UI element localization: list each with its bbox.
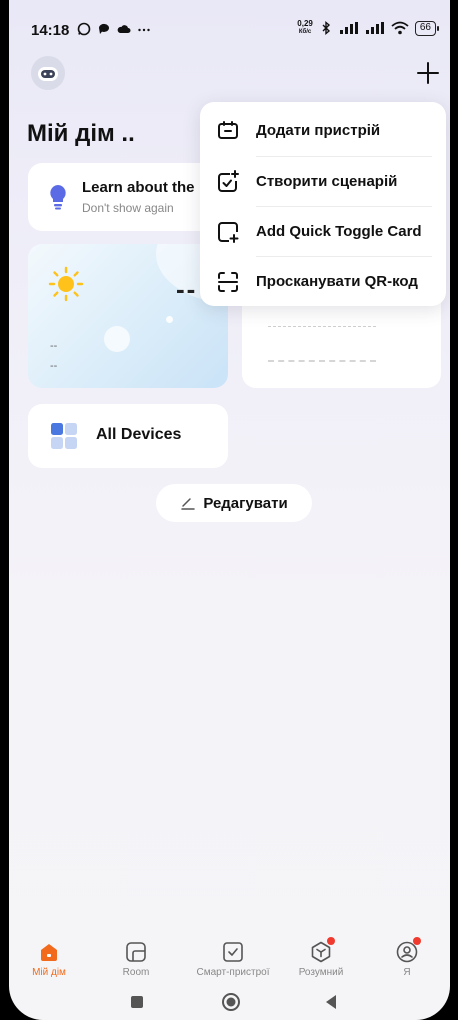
smart-scene-icon-wrap [309, 937, 335, 964]
avatar[interactable] [31, 56, 65, 90]
menu-item-label: Просканувати QR-код [256, 273, 418, 290]
chat-icon [98, 23, 109, 34]
system-nav-bar [9, 984, 450, 1020]
nav-item-room[interactable]: Room [92, 940, 180, 978]
battery-indicator: 66 [414, 20, 440, 36]
bluetooth-icon [322, 21, 330, 35]
add-device-icon [218, 120, 238, 139]
weather-info-1: -- [50, 340, 58, 352]
nav-label: Розумний [298, 967, 344, 978]
nav-item-smart[interactable]: Розумний [277, 937, 365, 978]
notification-badge [413, 937, 421, 945]
lightbulb-icon [50, 185, 66, 210]
whatsapp-icon [77, 22, 91, 36]
edit-button[interactable]: Редагувати [156, 484, 312, 522]
profile-icon-wrap [395, 937, 421, 964]
nav-label: Смарт-пристрої [196, 967, 270, 978]
add-menu: Додати пристрій Створити сценарій Add Qu… [200, 102, 446, 306]
nav-label: Я [403, 967, 411, 978]
room-icon [126, 942, 146, 962]
menu-item-create-scene[interactable]: Створити сценарій [200, 156, 446, 207]
robot-avatar-icon [38, 67, 58, 81]
system-status-icons: 0,29 Кб/с 66 [297, 19, 440, 36]
notification-icons [77, 22, 151, 36]
nav-item-home[interactable]: Мій дім [9, 940, 93, 978]
dont-show-again-link[interactable]: Don't show again [82, 201, 174, 215]
status-time: 14:18 [31, 22, 70, 39]
nav-label: Room [122, 967, 150, 978]
placeholder-line [268, 326, 376, 327]
more-icon [138, 28, 150, 32]
wifi-icon [391, 21, 409, 35]
bottom-nav: Мій дім Room Смарт-пристрої Розумний Я [9, 937, 450, 978]
add-plus-icon[interactable] [413, 58, 443, 88]
nav-item-profile[interactable]: Я [363, 937, 450, 978]
decorative-circle [104, 326, 130, 352]
net-speed: 0,29 Кб/с [297, 19, 313, 36]
home-icon [41, 944, 57, 961]
menu-item-label: Додати пристрій [256, 122, 381, 139]
all-devices-card[interactable]: All Devices [28, 404, 228, 468]
quick-toggle-icon [218, 221, 239, 243]
weather-temperature: -- [176, 274, 198, 304]
qr-scan-icon [218, 271, 238, 292]
weather-card[interactable]: -- -- -- [28, 244, 228, 388]
signal-icon-2 [365, 22, 384, 34]
menu-item-label: Add Quick Toggle Card [256, 223, 422, 240]
tip-title: Learn about the [82, 179, 195, 196]
back-icon[interactable] [321, 992, 341, 1012]
signal-icon [339, 22, 358, 34]
menu-item-add-device[interactable]: Додати пристрій [200, 105, 446, 156]
weather-info-2: -- [50, 360, 58, 372]
app-screen: 14:18 0,29 Кб/с 66 Мій дім .. Learn abou… [9, 0, 450, 1020]
sun-icon [48, 266, 84, 302]
menu-item-scan-qr[interactable]: Просканувати QR-код [200, 256, 446, 307]
smart-devices-icon [223, 942, 243, 962]
notification-badge [327, 937, 335, 945]
home-circle-icon[interactable] [221, 992, 241, 1012]
edit-button-label: Редагувати [203, 494, 288, 512]
devices-grid-icon [51, 423, 77, 449]
status-bar: 14:18 0,29 Кб/с 66 [9, 0, 450, 54]
cloud-icon [117, 25, 131, 33]
placeholder-line [268, 360, 376, 362]
pencil-icon [181, 498, 196, 510]
nav-label: Мій дім [32, 967, 66, 978]
page-title[interactable]: Мій дім .. [27, 120, 135, 148]
decorative-dot [166, 316, 173, 323]
menu-item-quick-toggle[interactable]: Add Quick Toggle Card [200, 206, 446, 257]
menu-item-label: Створити сценарій [256, 173, 398, 190]
all-devices-label: All Devices [96, 426, 182, 443]
recents-icon[interactable] [127, 992, 147, 1012]
create-scene-icon [218, 169, 239, 192]
nav-item-smart-devices[interactable]: Смарт-пристрої [189, 940, 277, 978]
